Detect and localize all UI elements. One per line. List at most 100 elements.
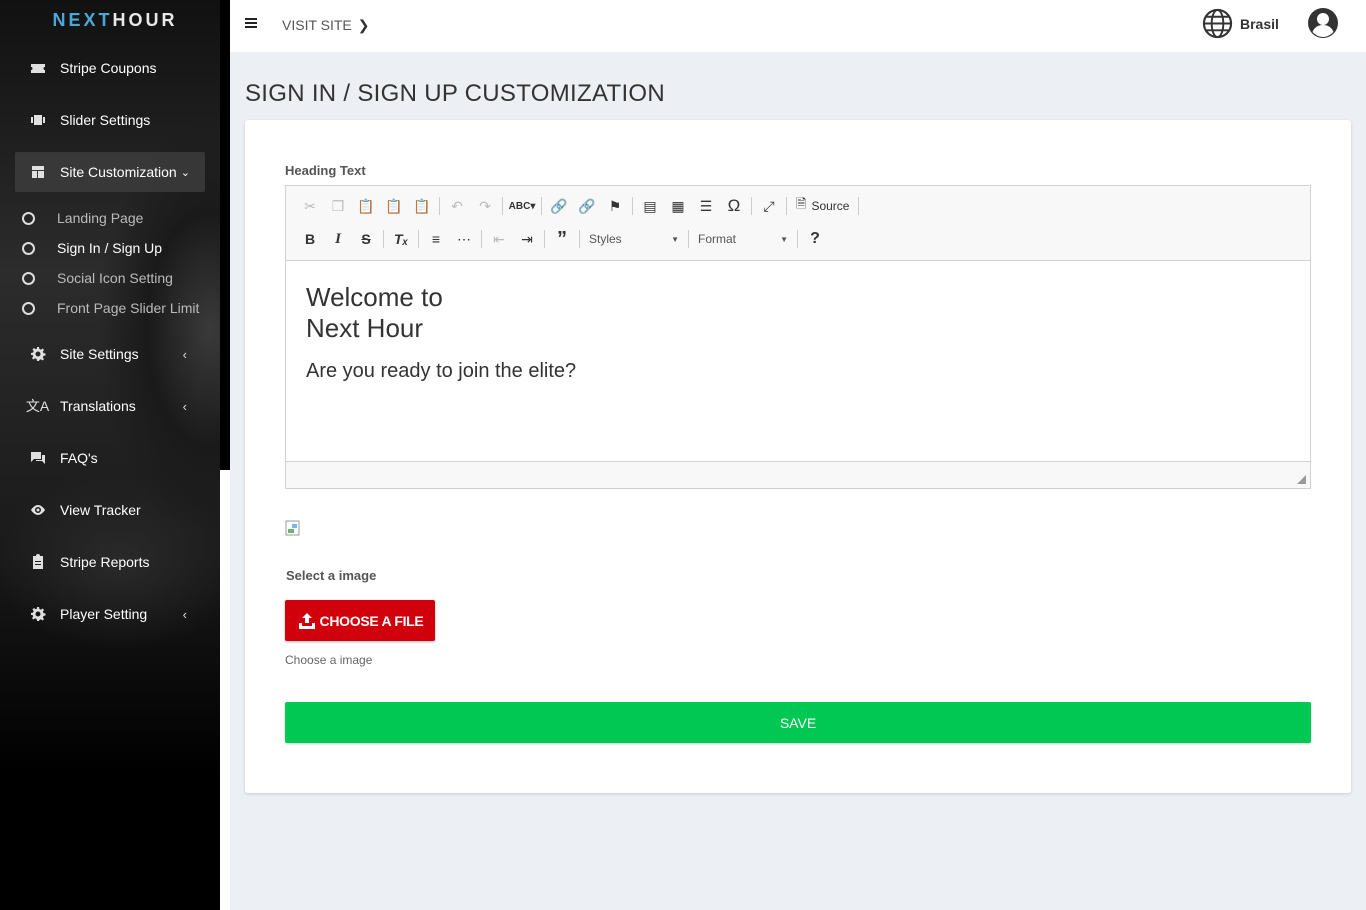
image-icon[interactable]: ▤ — [636, 194, 664, 218]
sidebar-item-slider-settings[interactable]: Slider Settings — [15, 100, 205, 140]
sidebar-subitem-label: Front Page Slider Limit — [57, 300, 200, 316]
sidebar-scrollbar[interactable] — [220, 0, 230, 910]
clipboard-icon — [15, 554, 60, 570]
maximize-icon[interactable]: ⤢ — [755, 194, 783, 218]
language-label: Brasil — [1240, 15, 1279, 32]
sidebar-item-label: Translations — [60, 398, 136, 414]
rich-text-editor: ✂ ❐ 📋 📋 📋 ↶ ↷ ABC▾ 🔗 🔗 ⚑ ▤ ▦ ☰ Ω ⤢ 🗎 Sou… — [285, 185, 1311, 489]
redo-icon[interactable]: ↷ — [471, 194, 499, 218]
chevron-left-icon: ‹ — [182, 346, 187, 362]
sidebar-subitem-front-page-slider-limit[interactable]: Front Page Slider Limit — [20, 295, 220, 321]
chevron-down-icon: ⌄ — [180, 166, 190, 179]
format-dropdown[interactable]: Format ▼ — [692, 228, 794, 250]
format-label: Format — [698, 232, 737, 246]
topbar: VISIT SITE ❯ Brasil — [230, 0, 1366, 52]
toolbar-separator — [632, 197, 633, 215]
chat-icon — [15, 450, 60, 466]
sidebar-item-stripe-reports[interactable]: Stripe Reports — [15, 542, 205, 582]
visit-site-link[interactable]: VISIT SITE ❯ — [282, 17, 370, 34]
toolbar-separator — [786, 197, 787, 215]
sidebar-item-translations[interactable]: 文A Translations ‹ — [15, 386, 205, 426]
spellcheck-icon[interactable]: ABC▾ — [506, 194, 538, 218]
resize-handle-icon[interactable] — [1297, 475, 1306, 484]
table-icon[interactable]: ▦ — [664, 194, 692, 218]
toolbar-separator — [858, 197, 860, 215]
paste-text-icon[interactable]: 📋 — [380, 194, 408, 218]
paste-word-icon[interactable]: 📋 — [408, 194, 436, 218]
choose-file-button[interactable]: CHOOSE A FILE — [285, 600, 435, 641]
user-avatar-icon[interactable] — [1307, 7, 1339, 39]
sidebar-item-label: Site Settings — [60, 346, 139, 362]
link-icon[interactable]: 🔗 — [545, 194, 573, 218]
paste-icon[interactable]: 📋 — [352, 194, 380, 218]
source-doc-icon: 🗎 — [796, 196, 807, 211]
chevron-left-icon: ‹ — [182, 398, 187, 414]
strikethrough-icon[interactable]: S — [352, 227, 380, 251]
sidebar-item-label: FAQ's — [60, 450, 98, 466]
gear-icon — [15, 346, 60, 362]
cut-icon[interactable]: ✂ — [296, 194, 324, 218]
unlink-icon[interactable]: 🔗 — [573, 194, 601, 218]
sidebar: NEXTHOUR Stripe Coupons Slider Settings … — [0, 0, 230, 910]
sidebar-item-label: Slider Settings — [60, 112, 151, 128]
page-title: SIGN IN / SIGN UP CUSTOMIZATION — [245, 80, 666, 107]
scrollbar-thumb[interactable] — [220, 470, 230, 910]
toolbar-separator — [797, 230, 798, 248]
choose-image-helper: Choose a image — [285, 653, 373, 667]
special-char-icon[interactable]: Ω — [720, 194, 748, 218]
styles-dropdown[interactable]: Styles ▼ — [583, 228, 685, 250]
source-button[interactable]: 🗎 Source — [790, 195, 855, 217]
layout-icon — [15, 164, 60, 180]
toolbar-separator — [383, 230, 384, 248]
app-logo[interactable]: NEXTHOUR — [0, 0, 230, 44]
editor-content-area[interactable]: Welcome to Next Hour Are you ready to jo… — [306, 282, 1286, 383]
visit-site-label: VISIT SITE — [282, 17, 352, 33]
language-selector[interactable]: Brasil — [1202, 8, 1279, 39]
sidebar-subitem-social-icon-setting[interactable]: Social Icon Setting — [20, 265, 220, 291]
save-button[interactable]: SAVE — [285, 702, 1311, 743]
dropdown-arrow-icon: ▼ — [780, 234, 788, 244]
eye-icon — [15, 502, 60, 518]
toolbar-separator — [688, 230, 689, 248]
sidebar-item-label: Stripe Reports — [60, 554, 150, 570]
source-label: Source — [811, 199, 850, 213]
sidebar-item-view-tracker[interactable]: View Tracker — [15, 490, 205, 530]
sidebar-subitem-label: Sign In / Sign Up — [57, 240, 163, 256]
italic-icon[interactable]: I — [324, 227, 352, 251]
toolbar-separator — [502, 197, 503, 215]
chevron-right-icon: ❯ — [357, 17, 370, 33]
sidebar-item-site-settings[interactable]: Site Settings ‹ — [15, 334, 205, 374]
outdent-icon[interactable]: ⇤ — [485, 227, 513, 251]
heading-text-label: Heading Text — [285, 163, 366, 178]
help-icon[interactable]: ? — [801, 227, 829, 251]
editor-statusbar — [286, 461, 1310, 488]
circle-icon — [22, 241, 35, 255]
sidebar-subitem-label: Social Icon Setting — [57, 270, 173, 286]
bulleted-list-icon[interactable]: ⋯ — [450, 227, 478, 251]
sidebar-item-site-customization[interactable]: Site Customization ⌄ — [15, 152, 205, 192]
anchor-flag-icon[interactable]: ⚑ — [601, 194, 629, 218]
translate-icon: 文A — [25, 398, 50, 414]
toolbar-separator — [579, 230, 580, 248]
hamburger-menu-icon[interactable] — [245, 18, 257, 30]
numbered-list-icon[interactable]: ≡ — [422, 227, 450, 251]
bold-icon[interactable]: B — [296, 227, 324, 251]
horizontal-line-icon[interactable]: ☰ — [692, 194, 720, 218]
sidebar-item-faqs[interactable]: FAQ's — [15, 438, 205, 478]
circle-icon — [22, 271, 35, 285]
remove-format-icon[interactable]: Tₓ — [387, 227, 415, 251]
undo-icon[interactable]: ↶ — [443, 194, 471, 218]
toolbar-separator — [439, 197, 440, 215]
sidebar-item-stripe-coupons[interactable]: Stripe Coupons — [15, 48, 205, 88]
copy-icon[interactable]: ❐ — [324, 194, 352, 218]
indent-icon[interactable]: ⇥ — [513, 227, 541, 251]
toolbar-separator — [541, 197, 542, 215]
sidebar-subitem-sign-in-sign-up[interactable]: Sign In / Sign Up — [20, 235, 220, 261]
globe-icon — [1202, 8, 1233, 39]
customization-card: Heading Text ✂ ❐ 📋 📋 📋 ↶ ↷ ABC▾ 🔗 🔗 ⚑ ▤ — [245, 120, 1351, 793]
sidebar-subitem-landing-page[interactable]: Landing Page — [20, 205, 220, 231]
blockquote-icon[interactable]: ” — [548, 227, 576, 251]
broken-image-icon — [285, 520, 300, 536]
sidebar-item-player-setting[interactable]: Player Setting ‹ — [15, 594, 205, 634]
slider-icon — [15, 112, 60, 128]
